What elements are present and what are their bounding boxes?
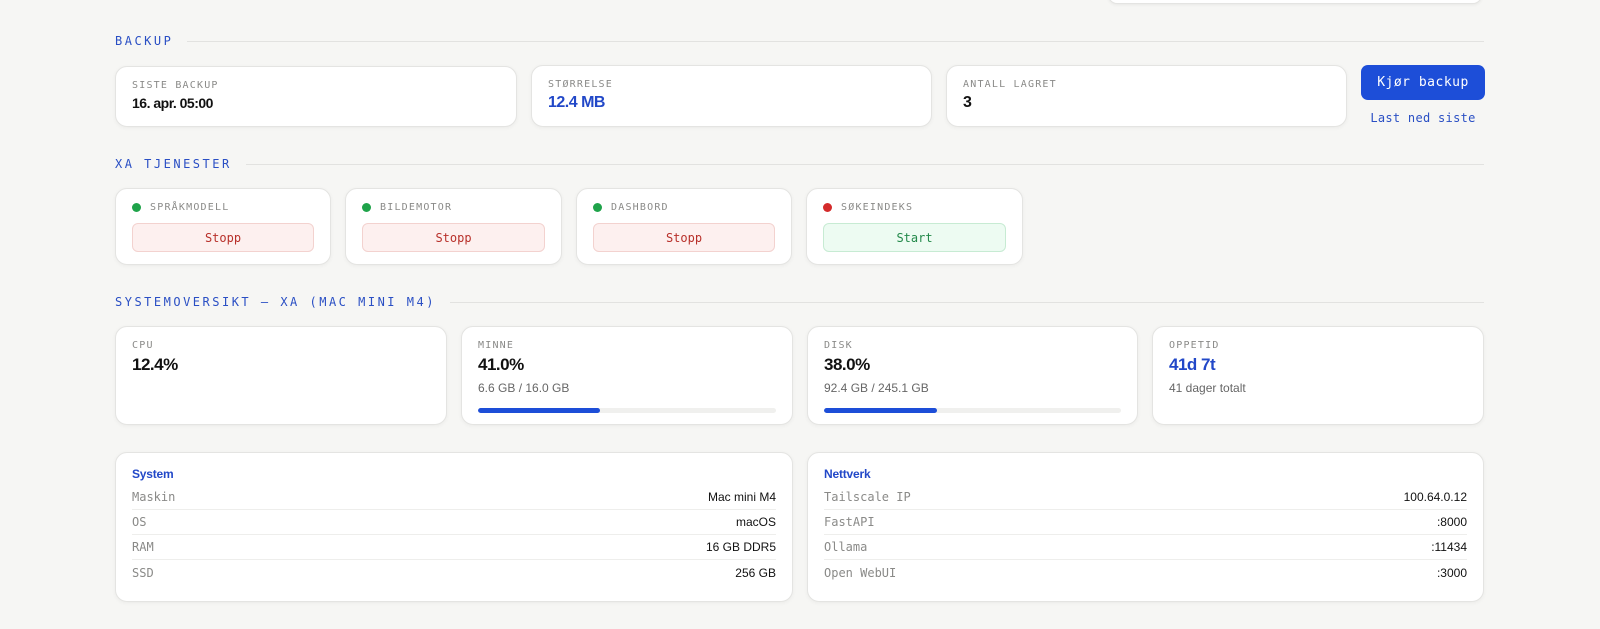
service-card: BILDEMOTOR Stopp	[345, 188, 562, 265]
info-row: SSD 256 GB	[132, 560, 776, 585]
service-card: SØKEINDEKS Start	[806, 188, 1023, 265]
stored-count-value: 3	[963, 94, 972, 111]
disk-value: 38.0%	[824, 355, 870, 374]
uptime-label: OPPETID	[1169, 340, 1220, 351]
info-key: RAM	[132, 540, 154, 554]
info-key: FastAPI	[824, 515, 875, 529]
info-row: FastAPI :8000	[824, 510, 1467, 535]
memory-value: 41.0%	[478, 355, 524, 374]
status-dot-icon	[823, 203, 832, 212]
service-name: SØKEINDEKS	[841, 202, 914, 213]
info-row: Open WebUI :3000	[824, 560, 1467, 585]
disk-progress-fill	[824, 408, 937, 413]
info-row: RAM 16 GB DDR5	[132, 535, 776, 560]
download-latest-link[interactable]: Last ned siste	[1361, 111, 1485, 125]
info-key: Ollama	[824, 540, 868, 554]
services-section-header: XA TJENESTER	[115, 157, 1484, 171]
service-start-button[interactable]: Start	[823, 223, 1006, 252]
memory-label: MINNE	[478, 340, 515, 351]
service-name: DASHBORD	[611, 202, 669, 213]
section-divider	[187, 40, 1484, 42]
info-key: Maskin	[132, 490, 176, 504]
status-dot-icon	[132, 203, 141, 212]
info-value: 256 GB	[735, 565, 776, 580]
system-overview-section-title: SYSTEMOVERSIKT — XA (MAC MINI M4)	[115, 295, 436, 309]
disk-label: DISK	[824, 340, 853, 351]
status-dot-icon	[362, 203, 371, 212]
last-backup-value: 16. apr. 05:00	[132, 95, 213, 111]
info-value: 100.64.0.12	[1403, 490, 1467, 504]
disk-card: DISK 38.0% 92.4 GB / 245.1 GB	[807, 326, 1138, 425]
info-row: OS macOS	[132, 510, 776, 535]
services-section-title: XA TJENESTER	[115, 157, 232, 171]
backup-section-title: BACKUP	[115, 34, 174, 48]
info-value: :8000	[1436, 515, 1467, 529]
info-key: OS	[132, 515, 147, 529]
run-backup-button[interactable]: Kjør backup	[1361, 65, 1485, 100]
backup-size-value: 12.4 MB	[548, 94, 605, 111]
service-stop-button[interactable]: Stopp	[362, 223, 545, 252]
service-card: DASHBORD Stopp	[576, 188, 792, 265]
memory-detail: 6.6 GB / 16.0 GB	[478, 381, 570, 395]
info-value: 16 GB DDR5	[705, 540, 776, 554]
system-info-panel: System Maskin Mac mini M4 OS macOS RAM 1…	[115, 452, 793, 602]
service-name: SPRÅKMODELL	[150, 202, 230, 213]
memory-card: MINNE 41.0% 6.6 GB / 16.0 GB	[461, 326, 793, 425]
service-stop-button[interactable]: Stopp	[132, 223, 314, 252]
last-backup-card: SISTE BACKUP 16. apr. 05:00	[115, 66, 517, 127]
uptime-card: OPPETID 41d 7t 41 dager totalt	[1152, 326, 1484, 425]
last-backup-label: SISTE BACKUP	[132, 80, 219, 91]
service-card: SPRÅKMODELL Stopp	[115, 188, 331, 265]
system-panel-title: System	[132, 467, 174, 481]
previous-card-edge	[1108, 0, 1482, 4]
info-value: macOS	[735, 515, 776, 529]
system-overview-section-header: SYSTEMOVERSIKT — XA (MAC MINI M4)	[115, 295, 1484, 309]
section-divider	[449, 301, 1484, 303]
info-row: Ollama :11434	[824, 535, 1467, 560]
info-value: Mac mini M4	[707, 490, 776, 504]
network-panel-title: Nettverk	[824, 467, 871, 481]
network-info-panel: Nettverk Tailscale IP 100.64.0.12 FastAP…	[807, 452, 1484, 602]
service-name: BILDEMOTOR	[380, 202, 453, 213]
memory-progress-fill	[478, 408, 601, 413]
disk-detail: 92.4 GB / 245.1 GB	[824, 381, 929, 395]
info-key: Open WebUI	[824, 565, 897, 580]
cpu-label: CPU	[132, 340, 154, 351]
backup-section-header: BACKUP	[115, 34, 1484, 48]
backup-size-label: STØRRELSE	[548, 79, 613, 90]
cpu-value: 12.4%	[132, 355, 178, 374]
cpu-card: CPU 12.4%	[115, 326, 447, 425]
info-value: :3000	[1436, 565, 1467, 580]
section-divider	[245, 163, 1484, 165]
stored-count-label: ANTALL LAGRET	[963, 79, 1057, 90]
memory-progress-bar	[478, 408, 776, 413]
stored-count-card: ANTALL LAGRET 3	[946, 65, 1347, 127]
info-key: Tailscale IP	[824, 490, 911, 504]
info-value: :11434	[1431, 540, 1467, 554]
uptime-detail: 41 dager totalt	[1169, 381, 1246, 395]
info-row: Tailscale IP 100.64.0.12	[824, 485, 1467, 510]
service-stop-button[interactable]: Stopp	[593, 223, 775, 252]
backup-size-card: STØRRELSE 12.4 MB	[531, 65, 932, 127]
status-dot-icon	[593, 203, 602, 212]
info-key: SSD	[132, 565, 154, 580]
info-row: Maskin Mac mini M4	[132, 485, 776, 510]
uptime-value: 41d 7t	[1169, 355, 1216, 374]
disk-progress-bar	[824, 408, 1121, 413]
